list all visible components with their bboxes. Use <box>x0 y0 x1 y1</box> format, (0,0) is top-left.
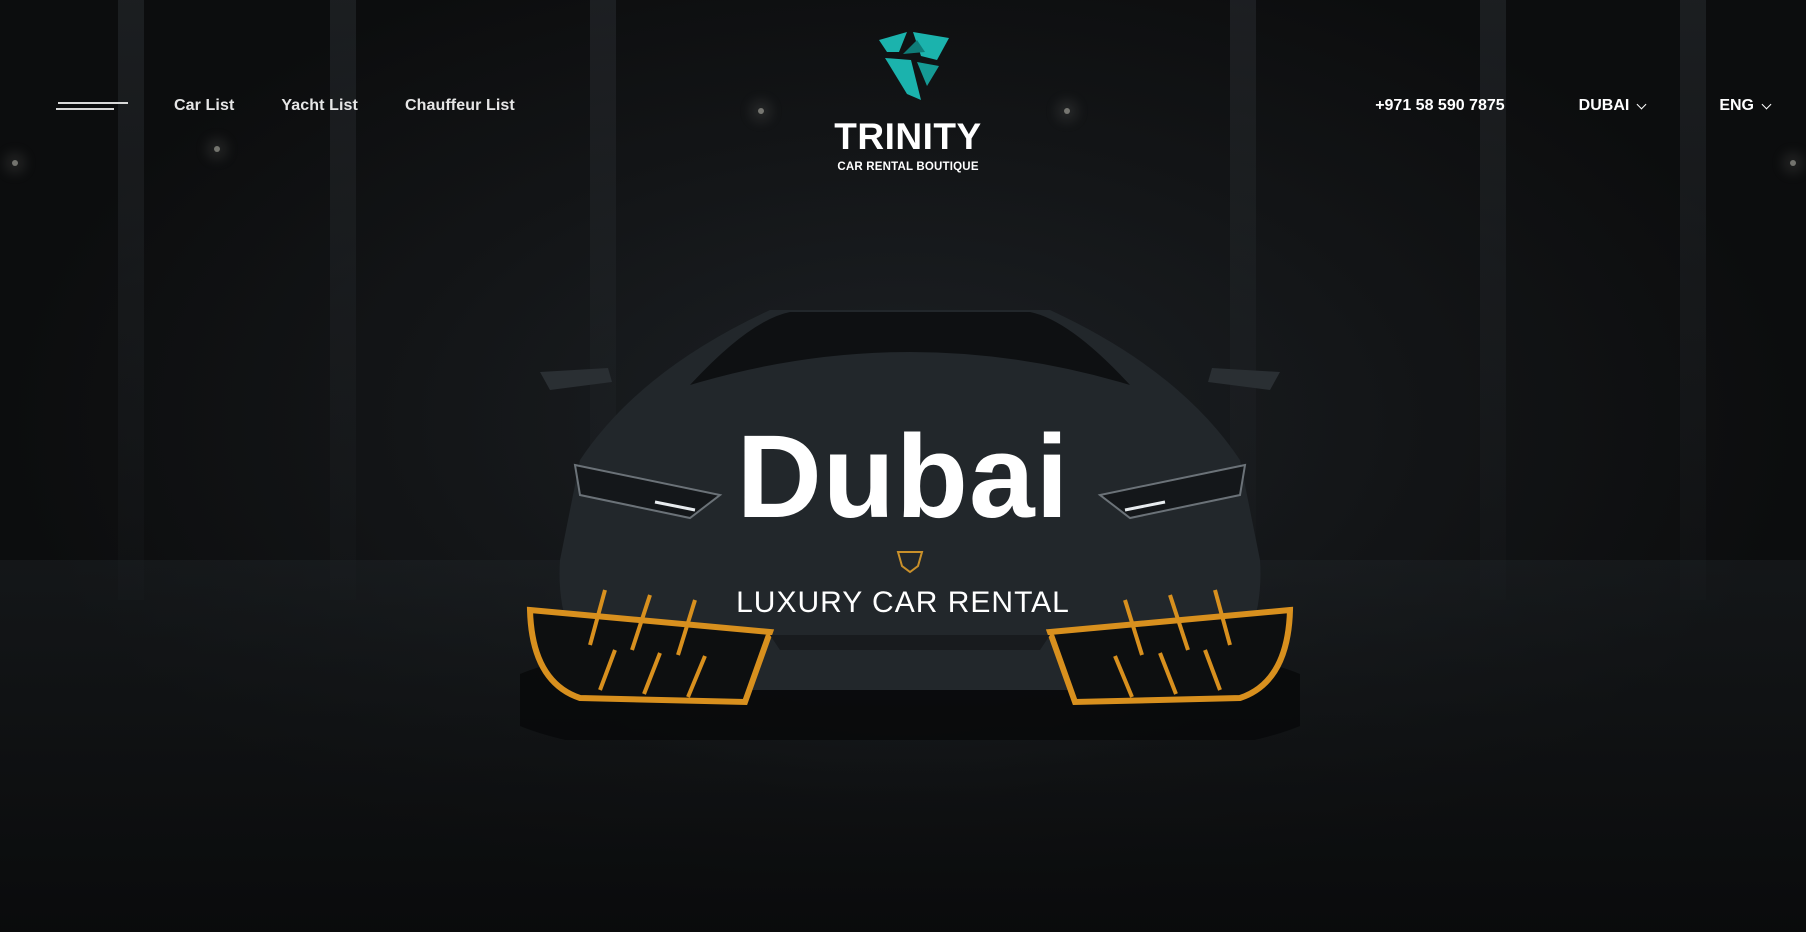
ceiling-lamp <box>758 108 764 114</box>
hamburger-menu-icon[interactable] <box>56 98 128 114</box>
trinity-logo-icon <box>879 32 949 100</box>
city-selector-value: DUBAI <box>1578 97 1630 114</box>
language-selector[interactable]: ENG <box>1719 97 1772 115</box>
ceiling-lamp <box>1790 160 1796 166</box>
main-nav: Car List Yacht List Chauffeur List <box>56 94 562 118</box>
nav-link-chauffeur-list[interactable]: Chauffeur List <box>405 97 515 115</box>
chevron-down-icon <box>1761 99 1772 109</box>
nav-link-car-list[interactable]: Car List <box>174 97 234 115</box>
hero-section: Car List Yacht List Chauffeur List TRINI… <box>0 0 1806 932</box>
nav-link-yacht-list[interactable]: Yacht List <box>281 97 358 115</box>
language-selector-value: ENG <box>1719 97 1754 114</box>
hero-subtitle: LUXURY CAR RENTAL <box>736 586 1070 619</box>
brand-tagline: CAR RENTAL BOUTIQUE <box>837 161 979 173</box>
chevron-down-icon <box>1636 99 1647 109</box>
ceiling-lamp <box>214 146 220 152</box>
ceiling-lamp <box>1064 108 1070 114</box>
brand-name: TRINITY <box>834 116 982 157</box>
ceiling-lamp <box>12 160 18 166</box>
header-actions: +971 58 590 7875 DUBAI ENG <box>1375 94 1772 118</box>
hero-title: Dubai <box>736 411 1070 543</box>
brand-logo[interactable]: TRINITY CAR RENTAL BOUTIQUE <box>823 28 993 180</box>
city-selector[interactable]: DUBAI <box>1578 97 1647 115</box>
phone-link[interactable]: +971 58 590 7875 <box>1375 97 1504 115</box>
